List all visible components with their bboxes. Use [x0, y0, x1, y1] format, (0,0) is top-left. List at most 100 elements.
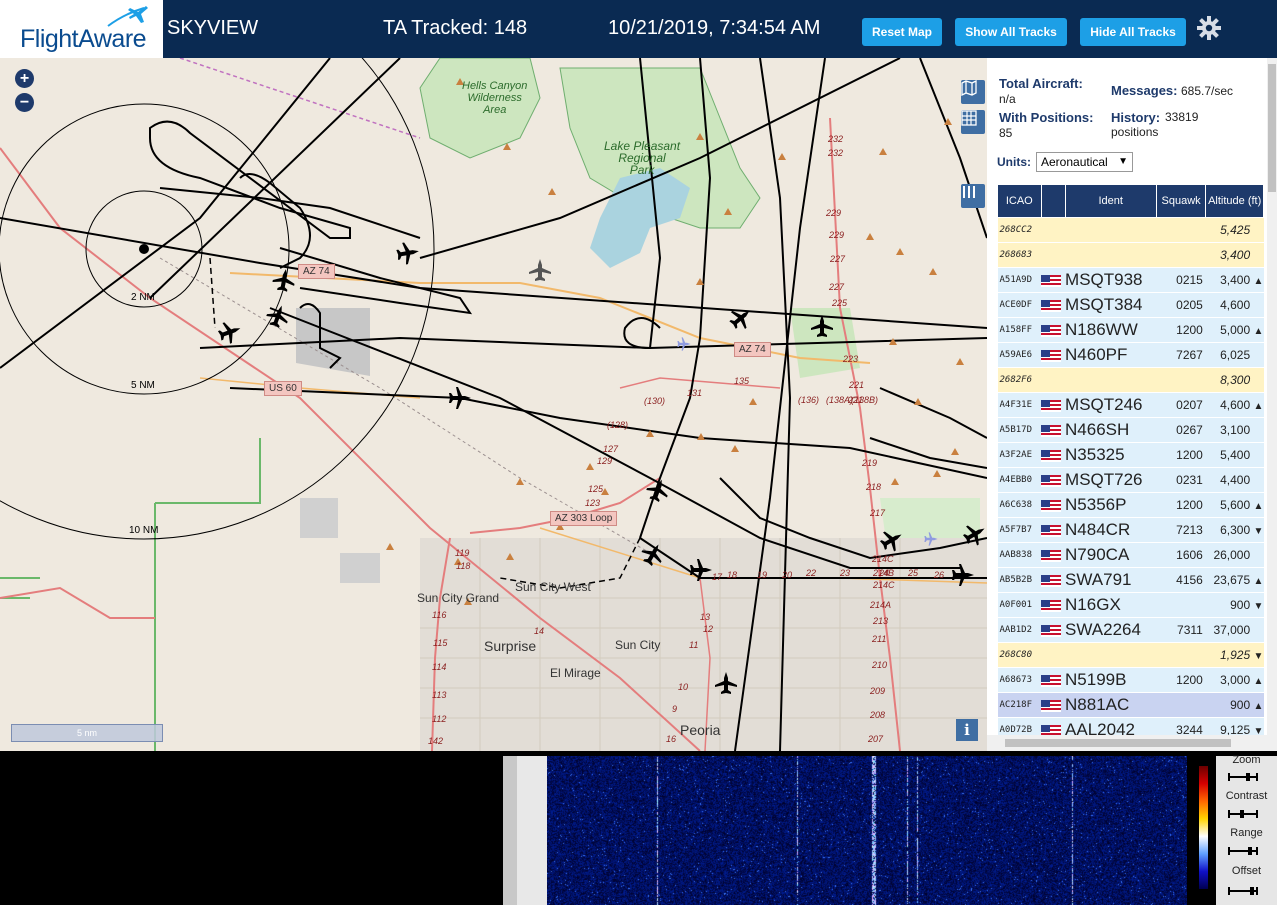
- route-number-label: 214C: [872, 554, 894, 564]
- altitude-cell: 26,000: [1205, 542, 1264, 568]
- table-row[interactable]: AAB1D2 SWA2264 7311 37,000: [997, 617, 1264, 643]
- columns-toggle-icon[interactable]: [961, 184, 985, 208]
- icao-cell: 268CC2: [997, 217, 1042, 243]
- with-positions-label: With Positions:: [999, 110, 1094, 125]
- table-row[interactable]: A5F7B7 N484CR 7213 6,300 ▼: [997, 517, 1264, 543]
- aircraft-icon[interactable]: [263, 301, 293, 331]
- route-number-label: 17: [712, 572, 723, 582]
- table-row[interactable]: A4F31E MSQT246 0207 4,600 ▲: [997, 392, 1264, 418]
- table-row[interactable]: 2682F6 8,300: [997, 367, 1264, 393]
- route-number-label: 210: [872, 660, 888, 670]
- route-number-label: 25: [908, 568, 919, 578]
- route-number-label: 24: [879, 568, 890, 578]
- show-all-tracks-button[interactable]: Show All Tracks: [955, 18, 1067, 46]
- ident-cell: SWA791: [1065, 567, 1157, 593]
- gear-icon[interactable]: [1197, 16, 1221, 40]
- aircraft-icon[interactable]: [449, 387, 471, 409]
- column-header-ident[interactable]: Ident: [1064, 184, 1157, 218]
- table-row[interactable]: 268CC2 5,425: [997, 217, 1264, 243]
- table-row[interactable]: A5B17D N466SH 0267 3,100: [997, 417, 1264, 443]
- table-row[interactable]: AAB838 N790CA 1606 26,000: [997, 542, 1264, 568]
- route-number-label: 123: [585, 498, 601, 508]
- ident-cell: N5356P: [1065, 492, 1157, 518]
- grid-icon[interactable]: [961, 110, 985, 134]
- aircraft-icon[interactable]: [690, 559, 712, 581]
- altitude-cell: 1,925 ▼: [1205, 642, 1264, 668]
- route-number-label: 218: [866, 482, 882, 492]
- aircraft-icon[interactable]: [959, 518, 987, 550]
- reset-map-button[interactable]: Reset Map: [862, 18, 942, 46]
- zoom-out-button[interactable]: −: [15, 93, 34, 112]
- panel-hscroll-thumb[interactable]: [1005, 739, 1231, 747]
- ident-cell: SWA2264: [1065, 617, 1157, 643]
- column-header-altitude[interactable]: Altitude (ft): [1205, 184, 1264, 218]
- table-row[interactable]: A158FF N186WW 1200 5,000 ▲: [997, 317, 1264, 343]
- aircraft-panel: Total Aircraft: n/a Messages: 685.7/sec …: [987, 58, 1277, 751]
- place-label: Peoria: [680, 722, 721, 738]
- map-view[interactable]: Hells Canyon Wilderness Area Lake Pleasa…: [0, 58, 987, 751]
- contrast-slider[interactable]: [1228, 809, 1258, 819]
- table-row[interactable]: A0F001 N16GX 900 ▼: [997, 592, 1264, 618]
- squawk-cell: 0267: [1156, 417, 1206, 443]
- aircraft-icon-no-track[interactable]: [529, 259, 551, 281]
- zoom-slider[interactable]: [1228, 772, 1258, 782]
- table-row[interactable]: 268C80 1,925 ▼: [997, 642, 1264, 668]
- aircraft-icon[interactable]: [811, 315, 833, 337]
- route-number-label: 227: [829, 282, 845, 292]
- aircraft-icon[interactable]: [725, 302, 757, 334]
- icao-cell: A4EBB0: [997, 467, 1042, 493]
- aircraft-icon[interactable]: [215, 317, 245, 347]
- table-row[interactable]: AC218F N881AC 900 ▲: [997, 692, 1264, 718]
- aircraft-icon[interactable]: [643, 475, 673, 505]
- icao-cell: AB5B2B: [997, 567, 1042, 593]
- icao-cell: 268C80: [997, 642, 1042, 668]
- icao-cell: 268683: [997, 242, 1042, 268]
- flightaware-logo[interactable]: FlightAware: [0, 0, 163, 58]
- info-icon[interactable]: i: [956, 719, 978, 741]
- table-row[interactable]: 268683 3,400: [997, 242, 1264, 268]
- route-number-label: 214A: [870, 600, 892, 610]
- altitude-cell: 5,425: [1205, 217, 1264, 243]
- table-row[interactable]: A6C638 N5356P 1200 5,600 ▲: [997, 492, 1264, 518]
- zoom-in-button[interactable]: +: [15, 69, 34, 88]
- altitude-value: 3,000: [1220, 673, 1251, 687]
- contrast-label: Contrast: [1225, 790, 1268, 802]
- aircraft-icon[interactable]: [271, 267, 297, 293]
- aircraft-icon[interactable]: [876, 524, 908, 556]
- column-header-flag[interactable]: [1040, 184, 1066, 218]
- table-row[interactable]: AB5B2B SWA791 4156 23,675 ▲: [997, 567, 1264, 593]
- offset-slider[interactable]: [1228, 886, 1258, 896]
- column-header-squawk[interactable]: Squawk: [1155, 184, 1207, 218]
- route-number-label: 115: [433, 638, 448, 648]
- ident-cell: N186WW: [1065, 317, 1157, 343]
- route-number-label: 12: [703, 624, 714, 634]
- aircraft-icon[interactable]: [952, 564, 974, 586]
- route-number-label: 207: [868, 734, 884, 744]
- panel-scroll-thumb[interactable]: [1268, 64, 1276, 192]
- aircraft-icon[interactable]: [715, 672, 737, 694]
- table-row[interactable]: A3F2AE N35325 1200 5,400: [997, 442, 1264, 468]
- map-layers-icon[interactable]: [961, 80, 985, 104]
- us-flag-icon: [1041, 324, 1062, 337]
- offset-label: Offset: [1231, 865, 1262, 877]
- table-row[interactable]: A59AE6 N460PF 7267 6,025: [997, 342, 1264, 368]
- table-row[interactable]: ACE0DF MSQT384 0205 4,600: [997, 292, 1264, 318]
- aircraft-icon[interactable]: [637, 538, 669, 570]
- table-row[interactable]: A51A9D MSQT938 0215 3,400 ▲: [997, 267, 1264, 293]
- flag-cell: [1041, 542, 1066, 568]
- units-select[interactable]: Aeronautical ▼: [1036, 152, 1133, 172]
- route-number-label: 142: [428, 736, 444, 746]
- park-label-lake-pleasant: Lake Pleasant Regional Park: [604, 139, 681, 177]
- route-number-label: (130): [644, 396, 666, 406]
- table-row[interactable]: A68673 N5199B 1200 3,000 ▲: [997, 667, 1264, 693]
- range-slider[interactable]: [1228, 846, 1258, 856]
- column-header-icao[interactable]: ICAO: [997, 184, 1042, 218]
- flag-cell: [1041, 367, 1066, 393]
- waterfall-resize-handle[interactable]: [503, 756, 517, 905]
- squawk-cell: 7267: [1156, 342, 1206, 368]
- range-ring-label: 2 NM: [131, 292, 155, 303]
- hide-all-tracks-button[interactable]: Hide All Tracks: [1080, 18, 1186, 46]
- table-row[interactable]: A4EBB0 MSQT726 0231 4,400: [997, 467, 1264, 493]
- scale-bar: 5 nm: [11, 724, 163, 742]
- aircraft-icon[interactable]: [395, 240, 421, 266]
